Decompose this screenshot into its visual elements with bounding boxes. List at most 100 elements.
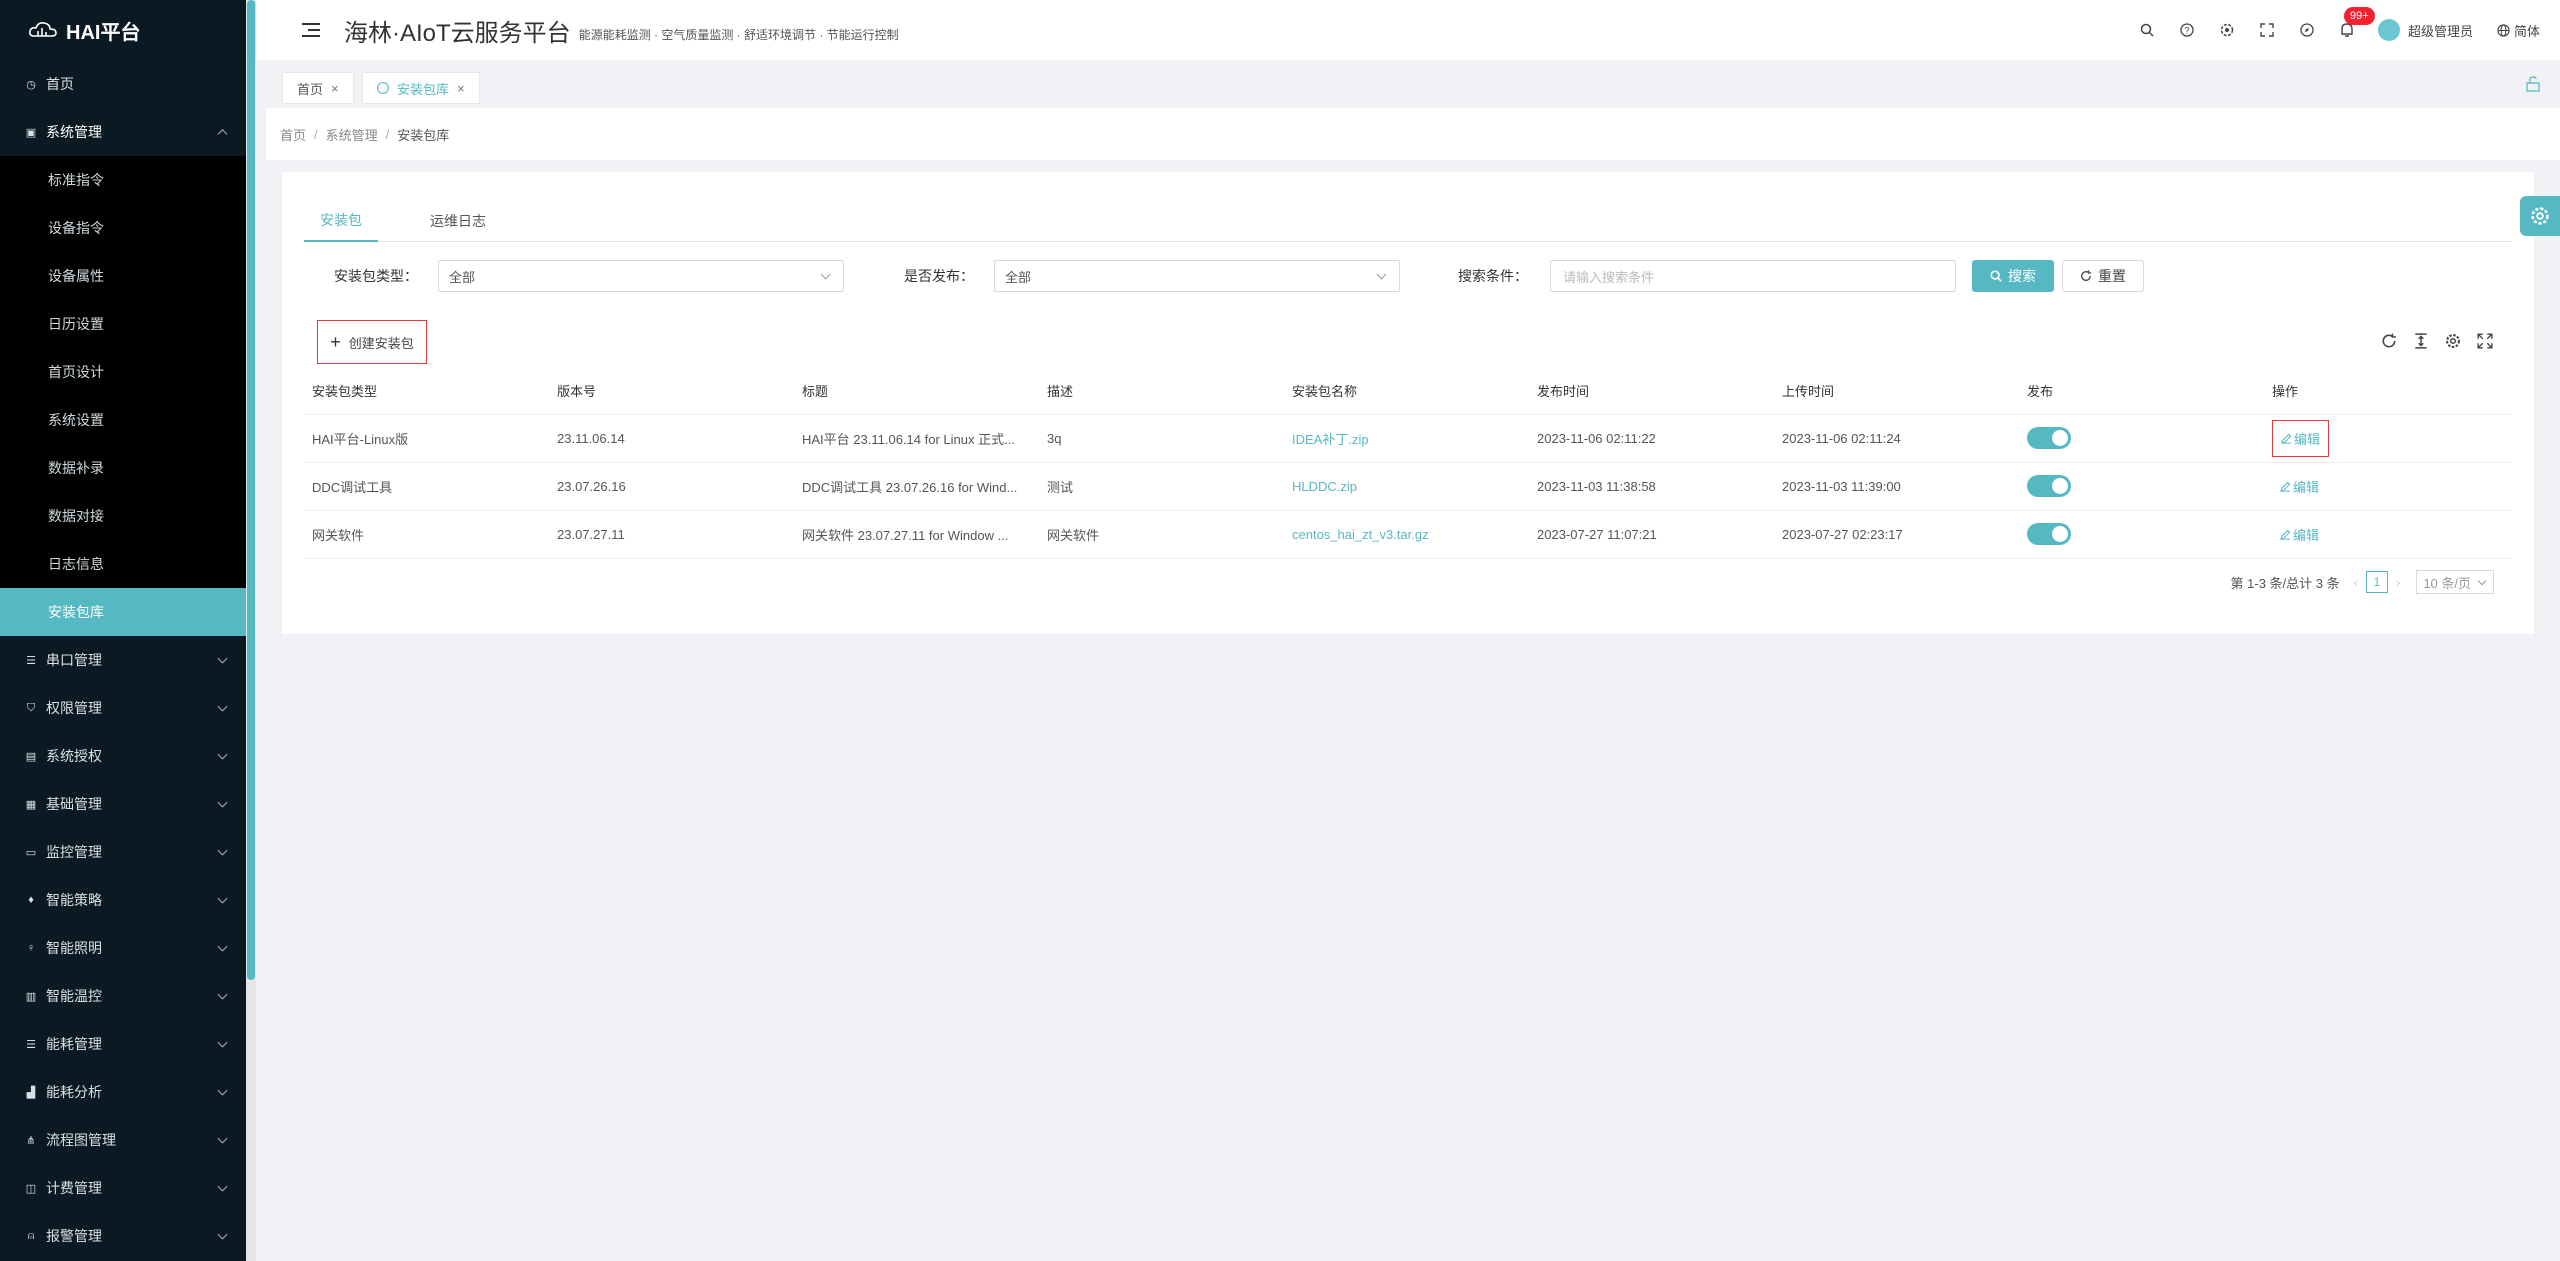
- sidebar-item-strategy[interactable]: ♦ 智能策略: [0, 876, 246, 924]
- tab-package-library[interactable]: 安装包库 ×: [362, 72, 480, 104]
- cell-title: DDC调试工具 23.07.26.16 for Wind...: [794, 462, 1039, 511]
- menu-fold-icon[interactable]: [302, 22, 320, 38]
- submenu-item-device-attribute[interactable]: 设备属性: [0, 252, 246, 300]
- cell-package-name-link[interactable]: centos_hai_zt_v3.tar.gz: [1284, 510, 1529, 559]
- publish-toggle[interactable]: [2027, 475, 2071, 497]
- billing-icon: ◫: [25, 1182, 37, 1195]
- sidebar-item-thermo[interactable]: ▥ 智能温控: [0, 972, 246, 1020]
- tab-home[interactable]: 首页 ×: [282, 72, 354, 104]
- tab-label: 安装包库: [397, 81, 450, 97]
- plus-icon: +: [330, 331, 341, 352]
- sidebar-item-permission[interactable]: ⛉ 权限管理: [0, 684, 246, 732]
- submenu-item-data-supplement[interactable]: 数据补录: [0, 444, 246, 492]
- sidebar-item-lighting[interactable]: ♀ 智能照明: [0, 924, 246, 972]
- chevron-down-icon: [217, 989, 228, 1000]
- publish-toggle[interactable]: [2027, 427, 2071, 449]
- sidebar-scrollbar[interactable]: [246, 0, 256, 1261]
- strategy-icon: ♦: [28, 894, 34, 906]
- submenu-item-standard-command[interactable]: 标准指令: [0, 156, 246, 204]
- sidebar-item-label: 报警管理: [46, 1228, 102, 1244]
- breadcrumb: 首页 / 系统管理 / 安装包库: [266, 108, 2560, 160]
- refresh-icon: [2081, 270, 2092, 281]
- tab-ops-log[interactable]: 运维日志: [414, 200, 502, 242]
- sidebar-item-monitor[interactable]: ▭ 监控管理: [0, 828, 246, 876]
- setting-icon[interactable]: [2444, 332, 2462, 350]
- compass-icon[interactable]: [2298, 21, 2316, 39]
- column-height-icon[interactable]: [2412, 332, 2430, 350]
- sidebar-item-energy[interactable]: ☰ 能耗管理: [0, 1020, 246, 1068]
- loading-ring-icon: [377, 82, 389, 94]
- package-type-select[interactable]: 全部: [438, 260, 844, 292]
- bell-icon[interactable]: 99+: [2338, 7, 2375, 39]
- edit-button[interactable]: 编辑: [2272, 419, 2330, 457]
- table-row: DDC调试工具 23.07.26.16 DDC调试工具 23.07.26.16 …: [304, 462, 2512, 511]
- submenu-item-device-command[interactable]: 设备指令: [0, 204, 246, 252]
- submenu-item-data-docking[interactable]: 数据对接: [0, 492, 246, 540]
- search-button-label: 搜索: [2008, 268, 2036, 284]
- breadcrumb-home[interactable]: 首页: [280, 125, 306, 144]
- create-package-button[interactable]: + 创建安装包: [317, 320, 427, 364]
- publish-select[interactable]: 全部: [994, 260, 1400, 292]
- scrollbar-thumb[interactable]: [247, 0, 255, 980]
- sidebar-item-analysis[interactable]: ▟ 能耗分析: [0, 1068, 246, 1116]
- page-number[interactable]: 1: [2365, 571, 2388, 593]
- sidebar-item-base[interactable]: ▦ 基础管理: [0, 780, 246, 828]
- submenu-item-home-design[interactable]: 首页设计: [0, 348, 246, 396]
- cell-package-name-link[interactable]: IDEA补丁.zip: [1284, 414, 1529, 463]
- submenu-item-system-settings[interactable]: 系统设置: [0, 396, 246, 444]
- help-icon[interactable]: ?: [2178, 21, 2196, 39]
- search-icon[interactable]: [2138, 21, 2156, 39]
- theme-icon[interactable]: [2218, 21, 2236, 39]
- unlock-icon[interactable]: [2526, 76, 2540, 92]
- sidebar-item-alarm[interactable]: ⍝ 报警管理: [0, 1212, 246, 1260]
- cell-title: 网关软件 23.07.27.11 for Window ...: [794, 510, 1039, 559]
- column-header: 发布时间: [1529, 368, 1774, 415]
- column-header: 上传时间: [1774, 368, 2019, 415]
- prev-page-icon[interactable]: ‹: [2354, 575, 2358, 590]
- header-actions: ? 99+ 超级管理员 简体: [2116, 0, 2540, 60]
- submenu-item-calendar[interactable]: 日历设置: [0, 300, 246, 348]
- page-size-select[interactable]: 10 条/页: [2416, 570, 2494, 594]
- fullscreen-icon[interactable]: [2258, 21, 2276, 39]
- close-icon[interactable]: ×: [331, 81, 339, 96]
- alarm-icon: ⍝: [27, 1229, 35, 1242]
- publish-toggle[interactable]: [2027, 523, 2071, 545]
- energy-icon: ☰: [26, 1038, 36, 1051]
- brand-name: HAI平台: [66, 21, 141, 44]
- cell-upload-time: 2023-11-06 02:11:24: [1774, 414, 2019, 463]
- sidebar-item-serial[interactable]: ☰ 串口管理: [0, 636, 246, 684]
- flow-icon: ⋔: [26, 1134, 36, 1147]
- submenu-item-log-info[interactable]: 日志信息: [0, 540, 246, 588]
- search-icon: [1990, 270, 2002, 282]
- sidebar-item-system[interactable]: ▣ 系统管理: [0, 108, 246, 156]
- sidebar-item-label: 系统授权: [46, 748, 102, 764]
- avatar[interactable]: [2377, 19, 2400, 41]
- sidebar-item-flow[interactable]: ⋔ 流程图管理: [0, 1116, 246, 1164]
- edit-button[interactable]: 编辑: [2272, 517, 2327, 552]
- sidebar-item-label: 能耗管理: [46, 1036, 102, 1052]
- language-switch[interactable]: 简体: [2497, 21, 2540, 40]
- user-name[interactable]: 超级管理员: [2408, 21, 2473, 40]
- sidebar-item-billing[interactable]: ◫ 计费管理: [0, 1164, 246, 1212]
- reset-button[interactable]: 重置: [2062, 260, 2144, 292]
- edit-button[interactable]: 编辑: [2272, 469, 2327, 504]
- serial-icon: ☰: [26, 654, 36, 667]
- cell-package-name-link[interactable]: HLDDC.zip: [1284, 462, 1529, 511]
- sidebar-item-label: 智能照明: [46, 940, 102, 956]
- sidebar-item-label: 监控管理: [46, 844, 102, 860]
- submenu-item-package-library[interactable]: 安装包库: [0, 588, 246, 636]
- sidebar-item-authorization[interactable]: ▤ 系统授权: [0, 732, 246, 780]
- close-icon[interactable]: ×: [457, 81, 465, 96]
- next-page-icon[interactable]: ›: [2396, 575, 2400, 590]
- breadcrumb-system[interactable]: 系统管理: [326, 125, 378, 144]
- fullscreen-icon[interactable]: [2476, 332, 2494, 350]
- sidebar-item-home[interactable]: ◷ 首页: [0, 60, 246, 108]
- settings-float-button[interactable]: [2520, 196, 2560, 236]
- edit-icon: [2281, 433, 2292, 444]
- search-button[interactable]: 搜索: [1972, 260, 2054, 292]
- thermo-icon: ▥: [25, 990, 37, 1003]
- tab-packages[interactable]: 安装包: [304, 200, 378, 242]
- reload-icon[interactable]: [2380, 332, 2398, 350]
- page-size-value: 10 条/页: [2423, 575, 2471, 591]
- search-input[interactable]: 请输入搜索条件: [1550, 260, 1956, 292]
